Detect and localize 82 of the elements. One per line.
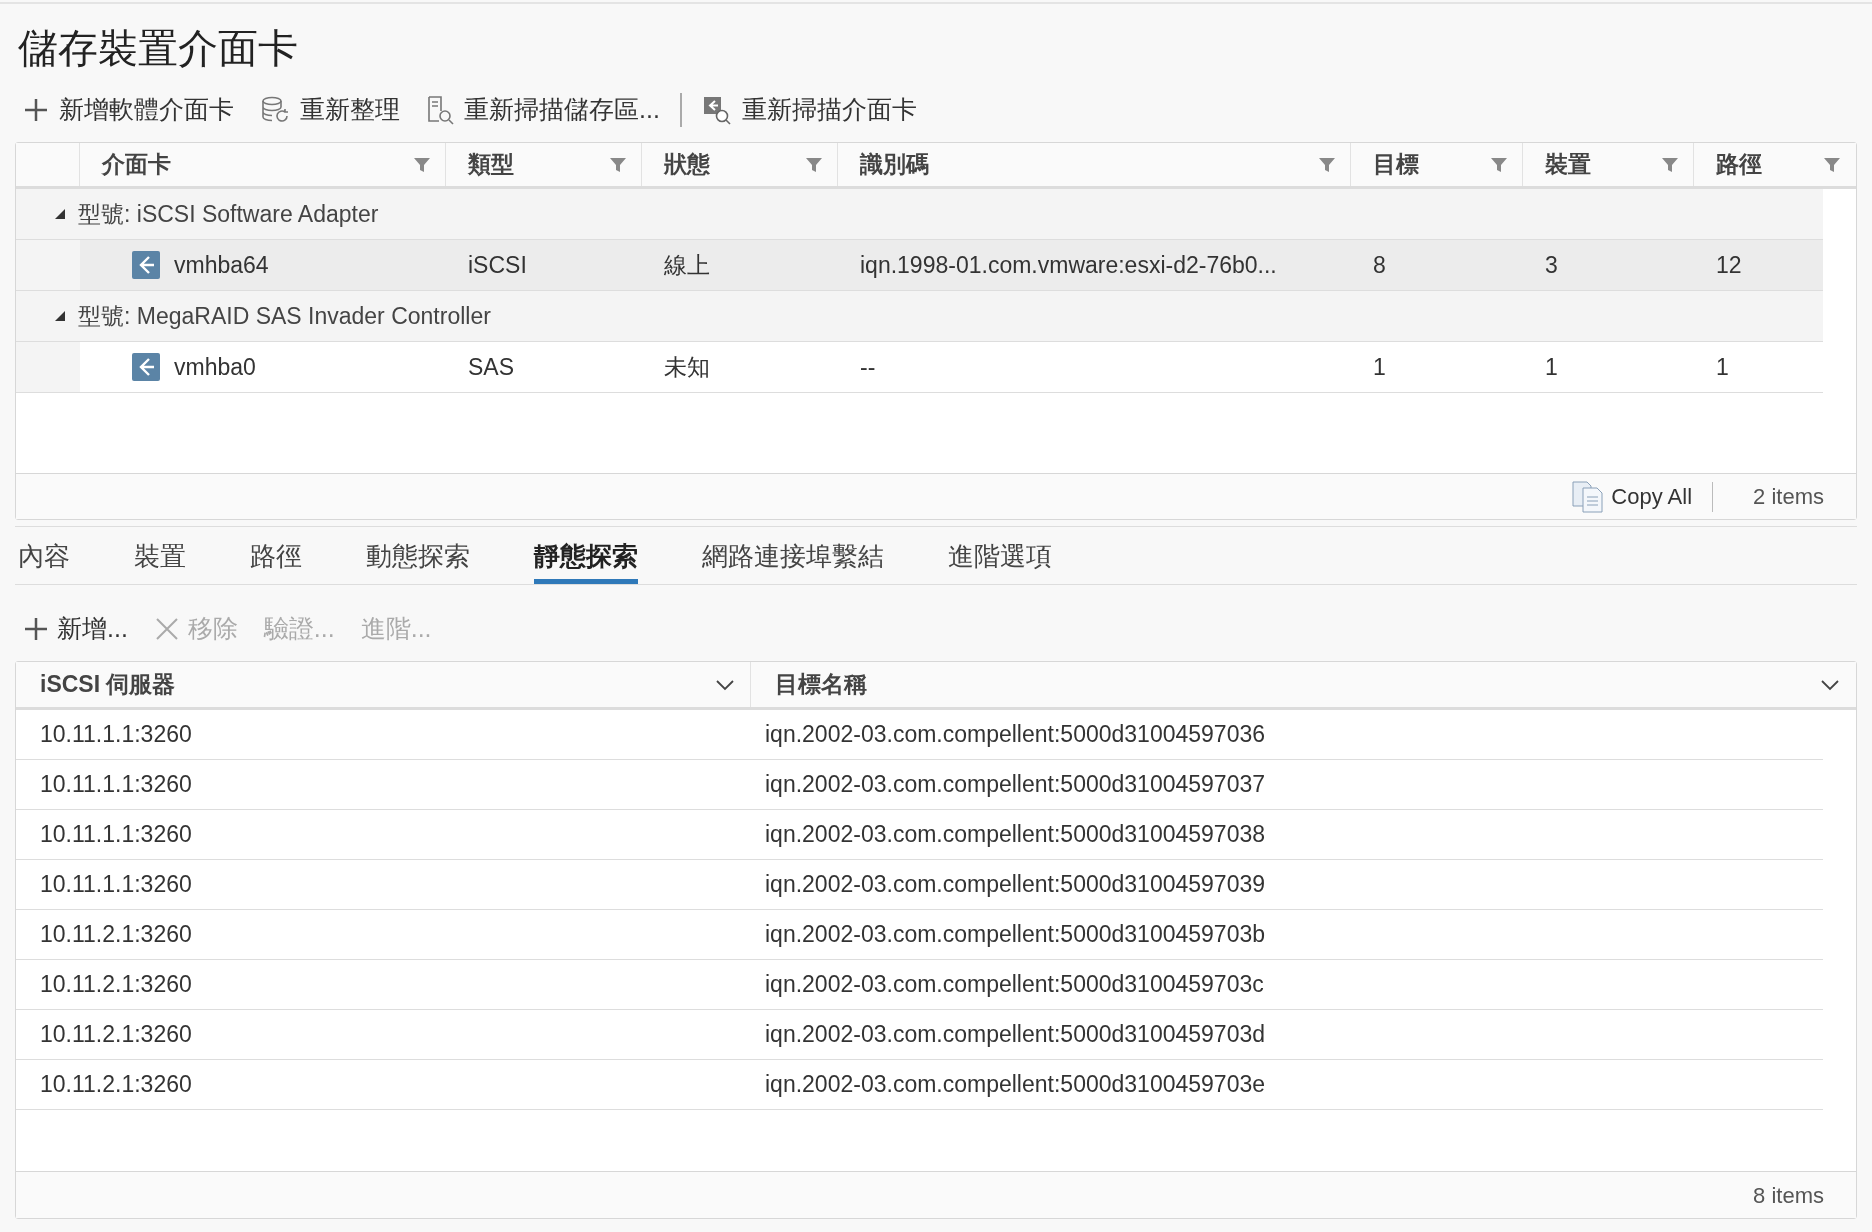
table-row[interactable]: vmhba64 iSCSI 線上 iqn.1998-01.com.vmware:esxi-d2-76b0... 8 3 12	[16, 240, 1823, 291]
chevron-down-icon[interactable]	[1821, 678, 1839, 691]
table-cell-text: 10.11.2.1:3260	[39, 1070, 193, 1100]
table-cell-text: 10.11.1.1:3260	[39, 720, 193, 750]
table-cell-text: 1	[1545, 352, 1558, 382]
table-cell-text: 10.11.2.1:3260	[39, 970, 193, 1000]
group-label: 型號: iSCSI Software Adapter	[78, 199, 379, 229]
tab[interactable]: 進階選項	[948, 529, 1052, 584]
table-cell-text: 線上	[664, 250, 710, 280]
table-cell-text: 10.11.1.1:3260	[39, 820, 193, 850]
plus-icon	[23, 616, 49, 642]
action-button: 驗證...	[263, 610, 335, 648]
collapse-triangle-icon[interactable]	[54, 208, 66, 220]
column-header[interactable]: 目標	[1373, 147, 1419, 182]
toolbar-button[interactable]: 重新掃描介面卡	[701, 91, 917, 129]
tab[interactable]: 裝置	[134, 529, 186, 584]
adapter-icon	[132, 353, 160, 381]
table-cell-text: iqn.2002-03.com.compellent:5000d3100459703d	[765, 1020, 1265, 1050]
action-button[interactable]: 新增...	[23, 610, 128, 648]
copy-documents-icon	[1571, 479, 1606, 514]
table-cell-text: --	[860, 352, 876, 382]
column-header[interactable]: 類型	[468, 147, 514, 182]
tab[interactable]: 靜態探索	[534, 529, 638, 584]
tab[interactable]: 網路連接埠繫結	[702, 529, 884, 584]
chevron-down-icon[interactable]	[716, 678, 734, 691]
table-cell-text: 1	[1373, 352, 1386, 382]
adapter-search-icon	[701, 95, 732, 125]
table-cell-text: 未知	[664, 352, 710, 382]
filter-icon[interactable]	[413, 155, 431, 174]
column-header[interactable]: 目標名稱	[775, 667, 867, 702]
tab[interactable]: 動態探索	[366, 529, 470, 584]
column-header[interactable]: 路徑	[1716, 147, 1762, 182]
table-cell-text: 10.11.2.1:3260	[39, 1020, 193, 1050]
column-header[interactable]: iSCSI 伺服器	[40, 667, 176, 702]
action-button: 進階...	[360, 610, 432, 648]
tab[interactable]: 內容	[18, 529, 70, 584]
item-count: 2 items	[1753, 483, 1824, 511]
filter-icon[interactable]	[1490, 155, 1508, 174]
copy-all-button[interactable]: Copy All	[1571, 479, 1693, 514]
table-cell-text: iqn.2002-03.com.compellent:5000d3100459703c	[765, 970, 1264, 1000]
filter-icon[interactable]	[609, 155, 627, 174]
tab[interactable]: 路徑	[250, 529, 302, 584]
filter-icon[interactable]	[1661, 155, 1679, 174]
column-header[interactable]: 狀態	[664, 147, 710, 182]
table-cell-text: vmhba64	[174, 250, 269, 280]
close-icon	[153, 616, 180, 642]
filter-icon[interactable]	[1823, 155, 1841, 174]
table-cell-text: 1	[1716, 352, 1729, 382]
table-cell-text: iqn.2002-03.com.compellent:5000d31004597037	[765, 770, 1265, 800]
toolbar-button[interactable]: 重新掃描儲存區...	[426, 91, 660, 129]
document-search-icon	[426, 95, 454, 125]
column-header[interactable]: 裝置	[1545, 147, 1591, 182]
table-cell-text: 10.11.1.1:3260	[39, 770, 193, 800]
plus-icon	[23, 97, 49, 123]
collapse-triangle-icon[interactable]	[54, 310, 66, 322]
table-cell-text: 10.11.2.1:3260	[39, 920, 193, 950]
table-cell-text: iqn.2002-03.com.compellent:5000d31004597036	[765, 720, 1265, 750]
adapter-icon	[132, 251, 160, 279]
table-cell-text: 3	[1545, 250, 1558, 280]
group-label: 型號: MegaRAID SAS Invader Controller	[78, 301, 491, 331]
table-cell-text: iSCSI	[468, 250, 527, 280]
action-button: 移除	[153, 610, 238, 648]
table-row[interactable]: vmhba0 SAS 未知 -- 1 1 1	[16, 342, 1823, 393]
table-cell-text: iqn.2002-03.com.compellent:5000d3100459703e	[765, 1070, 1265, 1100]
table-cell-text: iqn.2002-03.com.compellent:5000d3100459703b	[765, 920, 1265, 950]
table-cell-text: 8	[1373, 250, 1386, 280]
table-cell-text: iqn.1998-01.com.vmware:esxi-d2-76b0...	[860, 250, 1277, 280]
item-count: 8 items	[1753, 1181, 1824, 1210]
table-cell-text: 10.11.1.1:3260	[39, 870, 193, 900]
toolbar-button[interactable]: 重新整理	[260, 91, 400, 129]
table-cell-text: 12	[1716, 250, 1742, 280]
table-cell-text: iqn.2002-03.com.compellent:5000d31004597039	[765, 870, 1265, 900]
database-refresh-icon	[260, 95, 290, 125]
toolbar-button[interactable]: 新增軟體介面卡	[23, 91, 234, 129]
table-cell-text: SAS	[468, 352, 515, 382]
filter-icon[interactable]	[805, 155, 823, 174]
filter-icon[interactable]	[1318, 155, 1336, 174]
page-title: 儲存裝置介面卡	[17, 25, 298, 72]
column-header[interactable]: 識別碼	[860, 147, 929, 182]
table-cell-text: iqn.2002-03.com.compellent:5000d31004597038	[765, 820, 1265, 850]
column-header[interactable]: 介面卡	[102, 147, 171, 182]
table-cell-text: vmhba0	[174, 352, 256, 382]
